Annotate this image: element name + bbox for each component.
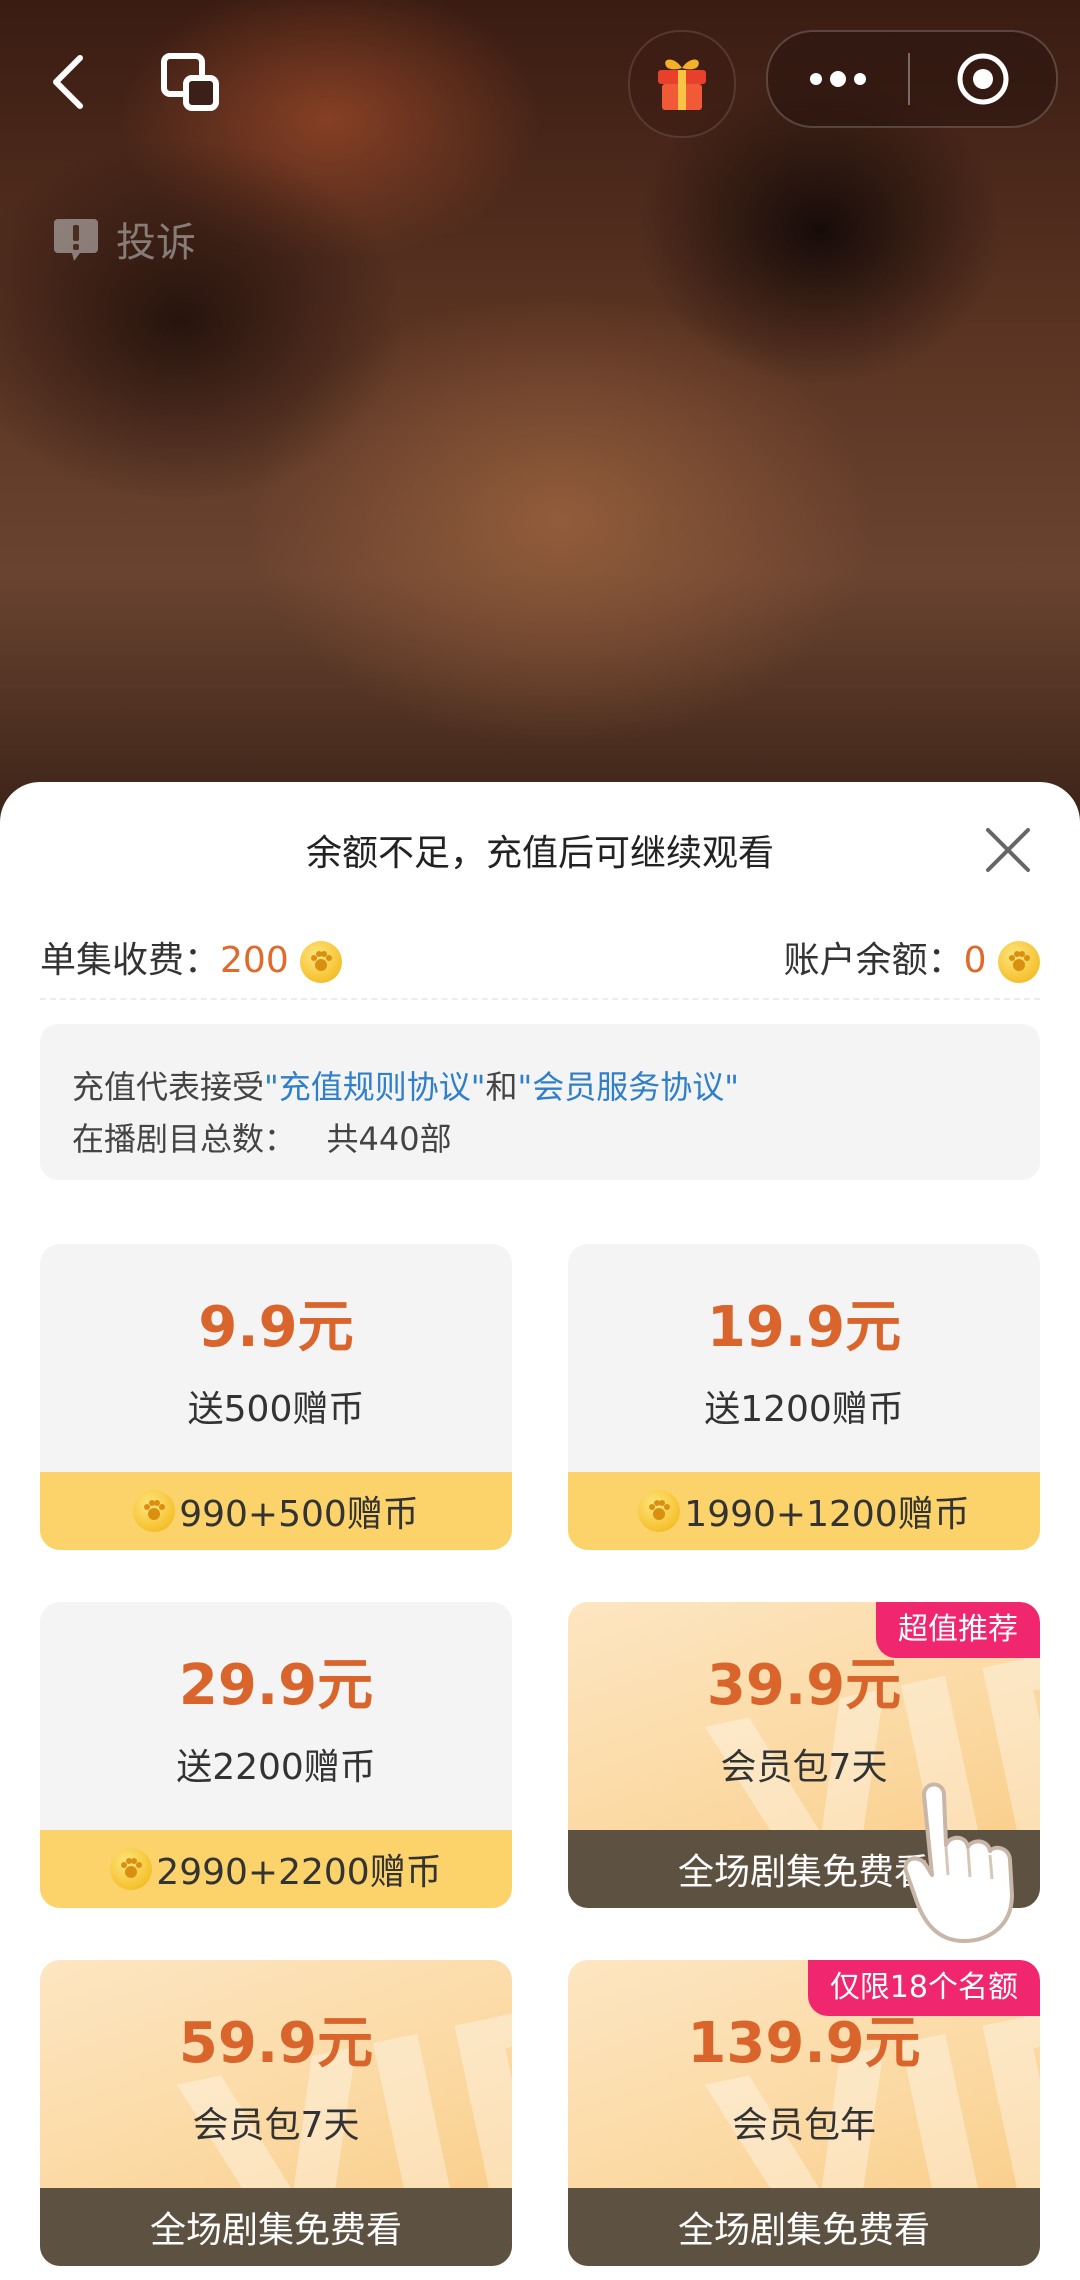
- package-footer: 990+500赠币: [40, 1472, 512, 1550]
- package-footer-text: 990+500赠币: [179, 1494, 419, 1535]
- episode-fee-value: 200: [220, 940, 289, 981]
- package-card-9-9[interactable]: 9.9元 送500赠币 990+500赠币: [40, 1244, 512, 1550]
- target-icon: [957, 53, 1009, 105]
- coin-icon: [300, 941, 343, 983]
- package-desc: 会员包7天: [192, 2105, 360, 2146]
- agreement-line: 充值代表接受"充值规则协议"和"会员服务协议": [72, 1062, 739, 1108]
- episode-fee: 单集收费：200: [40, 931, 343, 983]
- close-button[interactable]: [980, 822, 1036, 878]
- package-price: 139.9元: [687, 2011, 921, 2076]
- gift-icon: [658, 59, 706, 110]
- package-desc: 会员包年: [731, 2105, 876, 2146]
- agreement-notice: 充值代表接受"充值规则协议"和"会员服务协议" 在播剧目总数： 共440部: [40, 1024, 1040, 1180]
- package-footer-text: 全场剧集免费看: [677, 2210, 930, 2251]
- member-service-link[interactable]: "会员服务协议": [517, 1068, 738, 1106]
- mini-program-capsule: [766, 30, 1058, 128]
- account-balance: 账户余额：0: [784, 931, 1040, 983]
- copy-window-icon: [161, 53, 219, 111]
- fee-row: 单集收费：200 账户余额：0: [40, 922, 1040, 992]
- alert-icon: [54, 219, 98, 261]
- package-price: 39.9元: [706, 1653, 902, 1718]
- package-card-59-9[interactable]: VIP 59.9元 会员包7天 全场剧集免费看: [40, 1960, 512, 2266]
- drama-total: 在播剧目总数： 共440部: [72, 1120, 452, 1158]
- dashed-divider: [40, 998, 1040, 1000]
- balance-label: 账户余额：: [783, 940, 964, 981]
- more-button[interactable]: [768, 32, 908, 126]
- package-price: 59.9元: [178, 2011, 374, 2076]
- coin-icon: [133, 1490, 176, 1532]
- package-price: 19.9元: [706, 1295, 902, 1360]
- package-card-19-9[interactable]: 19.9元 送1200赠币 1990+1200赠币: [568, 1244, 1040, 1550]
- recharge-rules-link[interactable]: "充值规则协议": [264, 1068, 485, 1106]
- more-dots-icon: [810, 71, 866, 87]
- back-button[interactable]: [36, 46, 100, 118]
- recharge-sheet: 余额不足，充值后可继续观看 单集收费：200 账户余额：0 充值代表接受"充值规…: [0, 782, 1080, 2280]
- complaint-button[interactable]: 投诉: [52, 210, 196, 268]
- sheet-title: 余额不足，充值后可继续观看: [305, 833, 774, 874]
- package-footer: 1990+1200赠币: [568, 1472, 1040, 1550]
- package-footer: 全场剧集免费看: [568, 2188, 1040, 2266]
- package-price: 9.9元: [198, 1295, 354, 1360]
- package-desc: 送2200赠币: [176, 1747, 376, 1788]
- coin-icon: [638, 1490, 681, 1532]
- gift-button[interactable]: [628, 30, 736, 138]
- balance-value: 0: [963, 940, 987, 981]
- floating-window-button[interactable]: [150, 46, 230, 118]
- package-footer-text: 1990+1200赠币: [684, 1494, 970, 1535]
- coin-icon: [110, 1848, 153, 1890]
- package-footer-text: 全场剧集免费看: [149, 2210, 402, 2251]
- package-desc: 送500赠币: [187, 1389, 365, 1430]
- close-icon: [986, 828, 1030, 872]
- package-price: 29.9元: [178, 1653, 374, 1718]
- exit-mini-program-button[interactable]: [910, 32, 1056, 126]
- pointing-hand-icon: [904, 1782, 1014, 1943]
- episode-fee-label: 单集收费：: [40, 940, 221, 981]
- package-card-139-9[interactable]: VIP 仅限18个名额 139.9元 会员包年 全场剧集免费看: [568, 1960, 1040, 2266]
- agreement-and: 和: [485, 1068, 518, 1106]
- package-footer-text: 全场剧集免费看: [677, 1852, 930, 1893]
- package-desc: 送1200赠币: [704, 1389, 904, 1430]
- package-footer: 2990+2200赠币: [40, 1830, 512, 1908]
- package-card-29-9[interactable]: 29.9元 送2200赠币 2990+2200赠币: [40, 1602, 512, 1908]
- back-arrow-icon: [53, 55, 83, 109]
- package-footer: 全场剧集免费看: [40, 2188, 512, 2266]
- coin-icon: [998, 941, 1040, 983]
- complaint-label: 投诉: [116, 220, 196, 266]
- agreement-prefix: 充值代表接受: [72, 1068, 265, 1106]
- package-footer-text: 2990+2200赠币: [156, 1852, 442, 1893]
